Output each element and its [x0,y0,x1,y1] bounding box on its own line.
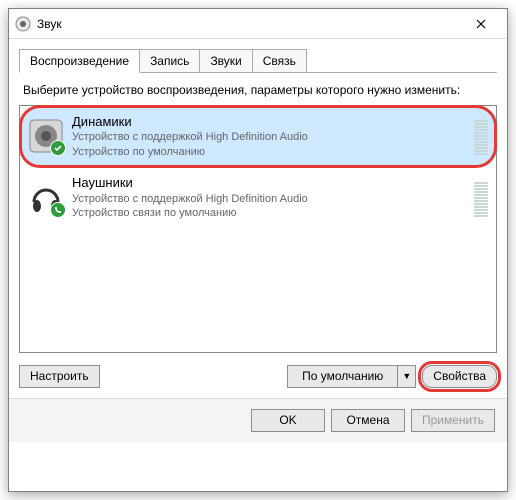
speaker-icon [28,118,64,154]
device-subtitle: Устройство с поддержкой High Definition … [72,192,468,206]
tab-playback[interactable]: Воспроизведение [19,49,140,73]
device-list[interactable]: Динамики Устройство с поддержкой High De… [19,105,497,353]
apply-button[interactable]: Применить [411,409,495,432]
properties-button[interactable]: Свойства [422,365,497,388]
sound-dialog: Звук Воспроизведение Запись Звуки Связь … [8,8,508,492]
tab-recording[interactable]: Запись [139,49,200,72]
phone-badge-icon [50,202,66,218]
tab-communication[interactable]: Связь [252,49,307,72]
titlebar: Звук [9,9,507,39]
device-subtitle: Устройство с поддержкой High Definition … [72,130,468,144]
default-label: По умолчанию [288,369,397,383]
dialog-content: Воспроизведение Запись Звуки Связь Выбер… [9,39,507,398]
sound-icon [15,16,31,32]
device-status: Устройство связи по умолчанию [72,206,468,220]
device-text: Динамики Устройство с поддержкой High De… [72,114,468,159]
cancel-button[interactable]: Отмена [331,409,405,432]
device-row-headphones[interactable]: Наушники Устройство с поддержкой High De… [20,167,496,228]
close-button[interactable] [461,10,501,38]
device-status: Устройство по умолчанию [72,145,468,159]
device-title: Динамики [72,114,468,131]
configure-button[interactable]: Настроить [19,365,100,388]
instruction-text: Выберите устройство воспроизведения, пар… [23,83,493,99]
device-text: Наушники Устройство с поддержкой High De… [72,175,468,220]
tab-sounds[interactable]: Звуки [199,49,252,72]
chevron-down-icon[interactable]: ▼ [397,366,415,387]
level-meter [474,117,488,155]
window-title: Звук [37,17,62,31]
device-row-speakers[interactable]: Динамики Устройство с поддержкой High De… [20,106,496,167]
level-meter [474,179,488,217]
default-dropdown[interactable]: По умолчанию ▼ [287,365,416,388]
dialog-footer: OK Отмена Применить [9,398,507,442]
headphones-icon [28,180,64,216]
tab-strip: Воспроизведение Запись Звуки Связь [19,49,497,73]
bottom-controls: Настроить По умолчанию ▼ Свойства [19,365,497,388]
device-title: Наушники [72,175,468,192]
ok-button[interactable]: OK [251,409,325,432]
